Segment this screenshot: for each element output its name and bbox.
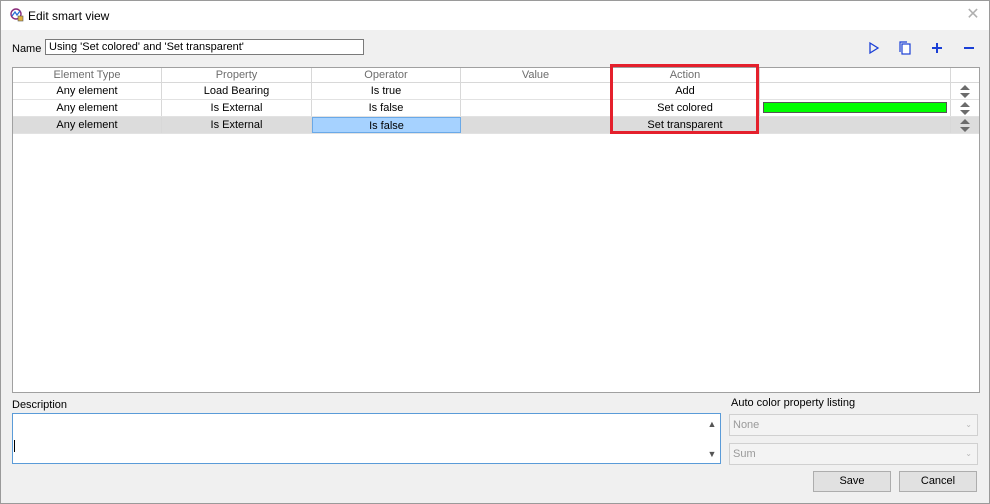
copy-icon[interactable] <box>898 41 912 55</box>
run-icon[interactable] <box>867 41 881 55</box>
remove-icon[interactable] <box>962 41 976 55</box>
column-header-order <box>951 68 979 82</box>
cell-operator[interactable]: Is true <box>312 83 461 99</box>
cell-element-type[interactable]: Any element <box>13 100 162 116</box>
column-header-property[interactable]: Property <box>162 68 312 82</box>
close-button[interactable]: ✕ <box>965 7 981 23</box>
auto-color-label: Auto color property listing <box>731 397 856 409</box>
column-header-color <box>760 68 951 82</box>
table-row[interactable]: Any element Load Bearing Is true Add <box>13 83 979 100</box>
cell-property[interactable]: Is External <box>162 117 312 133</box>
cell-property[interactable]: Load Bearing <box>162 83 312 99</box>
app-icon <box>9 7 25 23</box>
title-bar: Edit smart view ✕ <box>1 1 989 30</box>
cell-value[interactable] <box>461 83 611 99</box>
edit-smart-view-dialog: Edit smart view ✕ Name Using 'Set colore… <box>0 0 990 504</box>
column-header-operator[interactable]: Operator <box>312 68 461 82</box>
color-swatch[interactable] <box>763 102 947 113</box>
cell-element-type[interactable]: Any element <box>13 117 162 133</box>
cell-operator[interactable]: Is false <box>312 100 461 116</box>
column-header-element-type[interactable]: Element Type <box>13 68 162 82</box>
window-title: Edit smart view <box>28 9 110 23</box>
description-input[interactable]: ▲ ▼ <box>12 413 721 464</box>
save-button[interactable]: Save <box>813 471 891 492</box>
cell-action[interactable]: Set transparent <box>611 117 760 133</box>
reorder-arrows-icon[interactable] <box>960 102 970 115</box>
cancel-button[interactable]: Cancel <box>899 471 977 492</box>
cell-property[interactable]: Is External <box>162 100 312 116</box>
column-header-value[interactable]: Value <box>461 68 611 82</box>
scroll-down-icon[interactable]: ▼ <box>707 449 717 459</box>
reorder-arrows-icon[interactable] <box>960 85 970 98</box>
cell-color[interactable] <box>760 83 951 99</box>
chevron-down-icon: ⌄ <box>965 449 972 458</box>
cell-color[interactable] <box>760 117 951 133</box>
cell-action[interactable]: Add <box>611 83 760 99</box>
table-row[interactable]: Any element Is External Is false Set col… <box>13 100 979 117</box>
grid-header: Element Type Property Operator Value Act… <box>13 68 979 83</box>
auto-color-property-select[interactable]: None ⌄ <box>729 414 978 436</box>
cell-value[interactable] <box>461 117 611 133</box>
auto-color-aggregate-value: Sum <box>733 448 756 460</box>
cell-color[interactable] <box>760 100 951 116</box>
reorder-arrows-icon[interactable] <box>960 119 970 132</box>
rules-grid: Element Type Property Operator Value Act… <box>12 67 980 393</box>
cell-order[interactable] <box>951 83 979 99</box>
auto-color-aggregate-select[interactable]: Sum ⌄ <box>729 443 978 465</box>
cell-value[interactable] <box>461 100 611 116</box>
cell-element-type[interactable]: Any element <box>13 83 162 99</box>
scroll-up-icon[interactable]: ▲ <box>707 419 717 429</box>
auto-color-property-value: None <box>733 419 760 431</box>
add-icon[interactable] <box>930 41 944 55</box>
cell-operator-active[interactable]: Is false <box>312 117 461 133</box>
name-input[interactable]: Using 'Set colored' and 'Set transparent… <box>45 39 364 55</box>
text-caret <box>14 440 15 452</box>
cell-order[interactable] <box>951 100 979 116</box>
cell-action[interactable]: Set colored <box>611 100 760 116</box>
column-header-action[interactable]: Action <box>611 68 760 82</box>
table-row-selected[interactable]: Any element Is External Is false Set tra… <box>13 117 979 134</box>
description-label: Description <box>12 399 68 411</box>
chevron-down-icon: ⌄ <box>965 420 972 429</box>
name-label: Name <box>12 43 42 55</box>
cell-order[interactable] <box>951 117 979 133</box>
